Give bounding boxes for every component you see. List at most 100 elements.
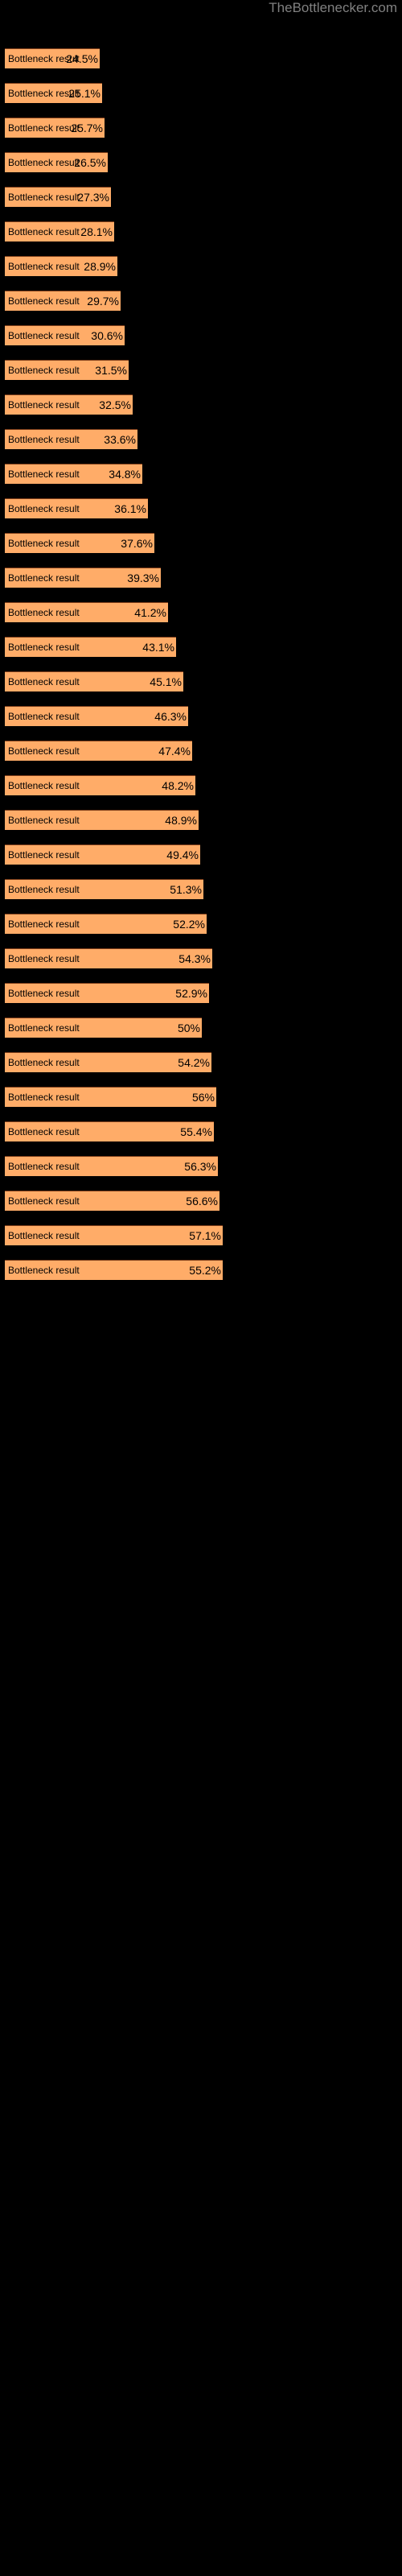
bar[interactable]: Bottleneck result 45.1% xyxy=(5,671,183,691)
bar-category-label: Bottleneck result xyxy=(8,295,80,307)
bar-category-label: Bottleneck result xyxy=(8,261,80,272)
bar[interactable]: Bottleneck result 36.1% xyxy=(5,498,148,518)
bar[interactable]: Bottleneck result 34.8% xyxy=(5,464,142,484)
bar-row[interactable]: Bottleneck result 32.5% xyxy=(5,394,133,415)
bar-row[interactable]: Bottleneck result 52.2% xyxy=(5,914,207,934)
bar-category-label: Bottleneck result xyxy=(8,1161,80,1172)
bar-row[interactable]: Bottleneck result 28.1% xyxy=(5,221,114,242)
bar-row[interactable]: Bottleneck result 33.6% xyxy=(5,429,137,449)
bar-row[interactable]: Bottleneck result 34.8% xyxy=(5,464,142,484)
bar[interactable]: Bottleneck result 47.4% xyxy=(5,741,192,761)
bar[interactable]: Bottleneck result 54.3% xyxy=(5,948,212,968)
bar[interactable]: Bottleneck result 55.2% xyxy=(5,1260,223,1280)
bar-value-label: 27.3% xyxy=(77,191,109,204)
bar-category-label: Bottleneck result xyxy=(8,399,80,411)
bar-row[interactable]: Bottleneck result 37.6% xyxy=(5,533,154,553)
bar[interactable]: Bottleneck result 43.1% xyxy=(5,637,176,657)
bar[interactable]: Bottleneck result 56.3% xyxy=(5,1156,218,1176)
bar-row[interactable]: Bottleneck result 30.6% xyxy=(5,325,125,345)
bar-row[interactable]: Bottleneck result 48.2% xyxy=(5,775,195,795)
bar-value-label: 32.5% xyxy=(99,398,131,411)
bar[interactable]: Bottleneck result 31.5% xyxy=(5,360,129,380)
bar[interactable]: Bottleneck result 56.6% xyxy=(5,1191,219,1211)
bar-row[interactable]: Bottleneck result 36.1% xyxy=(5,498,148,518)
bar-row[interactable]: Bottleneck result 26.5% xyxy=(5,152,108,172)
bar-row[interactable]: Bottleneck result 56% xyxy=(5,1087,216,1107)
bar-row[interactable]: Bottleneck result 27.3% xyxy=(5,187,111,207)
bar-value-label: 52.2% xyxy=(173,918,205,931)
bar[interactable]: Bottleneck result 52.2% xyxy=(5,914,207,934)
bar[interactable]: Bottleneck result 25.1% xyxy=(5,83,102,103)
bar[interactable]: Bottleneck result 26.5% xyxy=(5,152,108,172)
bar-row[interactable]: Bottleneck result 57.1% xyxy=(5,1225,223,1245)
bar-row[interactable]: Bottleneck result 54.2% xyxy=(5,1052,211,1072)
bar[interactable]: Bottleneck result 54.2% xyxy=(5,1052,211,1072)
bar[interactable]: Bottleneck result 48.2% xyxy=(5,775,195,795)
bar-value-label: 57.1% xyxy=(189,1229,221,1242)
bar[interactable]: Bottleneck result 51.3% xyxy=(5,879,203,899)
bar-category-label: Bottleneck result xyxy=(8,1092,80,1103)
bar-category-label: Bottleneck result xyxy=(8,1230,80,1241)
bar[interactable]: Bottleneck result 24.5% xyxy=(5,48,100,68)
bar-value-label: 25.1% xyxy=(68,87,100,100)
bar-category-label: Bottleneck result xyxy=(8,815,80,826)
bar-row[interactable]: Bottleneck result 46.3% xyxy=(5,706,188,726)
bar[interactable]: Bottleneck result 49.4% xyxy=(5,844,200,865)
bar-row[interactable]: Bottleneck result 52.9% xyxy=(5,983,209,1003)
bar-row[interactable]: Bottleneck result 51.3% xyxy=(5,879,203,899)
bar-row[interactable]: Bottleneck result 25.1% xyxy=(5,83,102,103)
bar[interactable]: Bottleneck result 57.1% xyxy=(5,1225,223,1245)
bar-row[interactable]: Bottleneck result 31.5% xyxy=(5,360,129,380)
bar-row[interactable]: Bottleneck result 47.4% xyxy=(5,741,192,761)
bar[interactable]: Bottleneck result 39.3% xyxy=(5,568,161,588)
bar-value-label: 52.9% xyxy=(175,987,207,1000)
bar-row[interactable]: Bottleneck result 41.2% xyxy=(5,602,168,622)
bar[interactable]: Bottleneck result 28.1% xyxy=(5,221,114,242)
bar-category-label: Bottleneck result xyxy=(8,503,80,514)
bar[interactable]: Bottleneck result 41.2% xyxy=(5,602,168,622)
bar-row[interactable]: Bottleneck result 28.9% xyxy=(5,256,117,276)
bar-value-label: 24.5% xyxy=(66,52,98,65)
bar[interactable]: Bottleneck result 30.6% xyxy=(5,325,125,345)
bar[interactable]: Bottleneck result 46.3% xyxy=(5,706,188,726)
bar-row[interactable]: Bottleneck result 56.6% xyxy=(5,1191,219,1211)
bar-row[interactable]: Bottleneck result 55.4% xyxy=(5,1121,214,1141)
bar-row[interactable]: Bottleneck result 56.3% xyxy=(5,1156,218,1176)
bar[interactable]: Bottleneck result 25.7% xyxy=(5,118,105,138)
bar-row[interactable]: Bottleneck result 55.2% xyxy=(5,1260,223,1280)
bar-row[interactable]: Bottleneck result 45.1% xyxy=(5,671,183,691)
bar-category-label: Bottleneck result xyxy=(8,330,80,341)
bar-value-label: 56.6% xyxy=(186,1195,218,1208)
bar-category-label: Bottleneck result xyxy=(8,988,80,999)
bar-row[interactable]: Bottleneck result 39.3% xyxy=(5,568,161,588)
bar-row[interactable]: Bottleneck result 25.7% xyxy=(5,118,105,138)
bar-value-label: 25.7% xyxy=(71,122,103,134)
bar-value-label: 56% xyxy=(191,1091,215,1104)
bar[interactable]: Bottleneck result 48.9% xyxy=(5,810,199,830)
bar[interactable]: Bottleneck result 52.9% xyxy=(5,983,209,1003)
bar-value-label: 30.6% xyxy=(91,329,123,342)
bar-row[interactable]: Bottleneck result 43.1% xyxy=(5,637,176,657)
bar-row[interactable]: Bottleneck result 29.7% xyxy=(5,291,121,311)
bar-category-label: Bottleneck result xyxy=(8,157,80,168)
bar-value-label: 46.3% xyxy=(154,710,187,723)
bar[interactable]: Bottleneck result 28.9% xyxy=(5,256,117,276)
bottleneck-bar-chart: TheBottlenecker.com Bottleneck result 24.… xyxy=(0,0,402,2576)
bar-category-label: Bottleneck result xyxy=(8,884,80,895)
bar-value-label: 51.3% xyxy=(170,883,202,896)
bar[interactable]: Bottleneck result 33.6% xyxy=(5,429,137,449)
bar-row[interactable]: Bottleneck result 24.5% xyxy=(5,48,100,68)
bar[interactable]: Bottleneck result 56% xyxy=(5,1087,216,1107)
bar[interactable]: Bottleneck result 27.3% xyxy=(5,187,111,207)
bar-row[interactable]: Bottleneck result 50% xyxy=(5,1018,202,1038)
bar[interactable]: Bottleneck result 32.5% xyxy=(5,394,133,415)
bar-row[interactable]: Bottleneck result 48.9% xyxy=(5,810,199,830)
bar[interactable]: Bottleneck result 29.7% xyxy=(5,291,121,311)
bar-row[interactable]: Bottleneck result 54.3% xyxy=(5,948,212,968)
bar-category-label: Bottleneck result xyxy=(8,607,80,618)
bar-category-label: Bottleneck result xyxy=(8,953,80,964)
bar[interactable]: Bottleneck result 50% xyxy=(5,1018,202,1038)
bar[interactable]: Bottleneck result 37.6% xyxy=(5,533,154,553)
bar[interactable]: Bottleneck result 55.4% xyxy=(5,1121,214,1141)
bar-row[interactable]: Bottleneck result 49.4% xyxy=(5,844,200,865)
